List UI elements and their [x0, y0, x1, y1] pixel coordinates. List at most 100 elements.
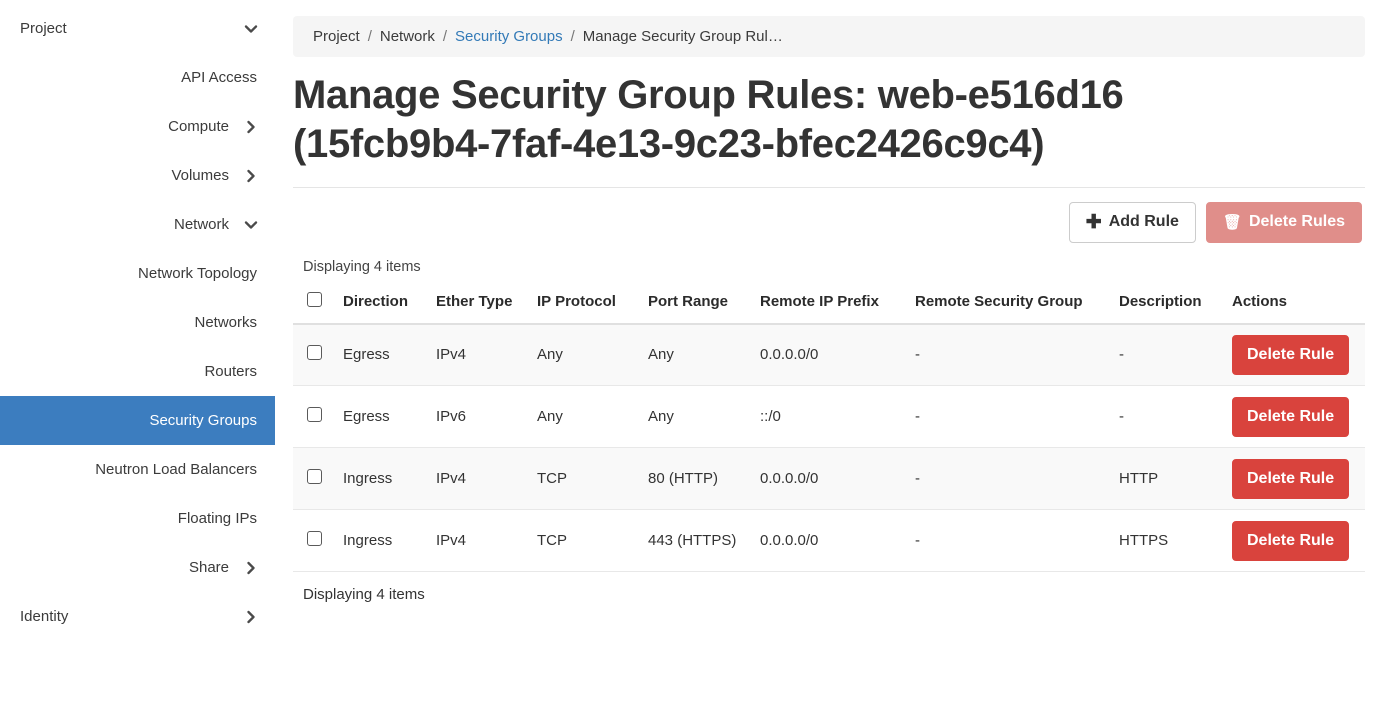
cell-remote-ip-prefix: 0.0.0.0/0: [752, 509, 907, 573]
row-select-cell: [293, 509, 335, 573]
table-header-row: Direction Ether Type IP Protocol Port Ra…: [293, 283, 1365, 325]
cell-direction: Ingress: [335, 509, 428, 573]
column-header-actions: Actions: [1224, 283, 1365, 325]
sidebar-item-network-topology[interactable]: Network Topology: [0, 249, 275, 298]
delete-rule-button[interactable]: Delete Rule: [1232, 396, 1350, 437]
chevron-right-icon: [243, 119, 259, 135]
table-toolbar: ✚ Add Rule 🗑 Delete Rules: [293, 201, 1365, 243]
sidebar-item-label: Neutron Load Balancers: [95, 461, 257, 478]
delete-rule-button[interactable]: Delete Rule: [1232, 520, 1350, 561]
sidebar-item-label: Network Topology: [138, 265, 257, 282]
cell-remote-ip-prefix: ::/0: [752, 385, 907, 449]
breadcrumb-separator: /: [442, 28, 448, 45]
cell-actions: Delete Rule: [1224, 509, 1365, 573]
cell-ip-protocol: TCP: [529, 447, 640, 511]
sidebar-item-routers[interactable]: Routers: [0, 347, 275, 396]
cell-actions: Delete Rule: [1224, 323, 1365, 387]
row-select-checkbox[interactable]: [307, 407, 322, 423]
sidebar-item-neutron-load-balancers[interactable]: Neutron Load Balancers: [0, 445, 275, 494]
main-content: Project / Network / Security Groups / Manage S…: [275, 0, 1381, 711]
chevron-right-icon: [243, 168, 259, 184]
cell-actions: Delete Rule: [1224, 447, 1365, 511]
sidebar-item-security-groups[interactable]: Security Groups: [0, 396, 275, 445]
cell-port-range: 443 (HTTPS): [640, 509, 752, 573]
add-rule-label: Add Rule: [1108, 213, 1179, 231]
breadcrumb-item-security-groups[interactable]: Security Groups: [455, 28, 563, 45]
add-rule-button[interactable]: ✚ Add Rule: [1068, 201, 1196, 243]
sidebar-item-label: Share: [188, 559, 229, 576]
column-header-port-range[interactable]: Port Range: [640, 283, 752, 325]
row-select-checkbox[interactable]: [307, 345, 322, 361]
cell-port-range: 80 (HTTP): [640, 447, 752, 511]
plus-icon: ✚: [1085, 211, 1102, 233]
sidebar-item-label: Project: [20, 20, 67, 37]
column-header-ether-type[interactable]: Ether Type: [428, 283, 529, 325]
cell-direction: Egress: [335, 323, 428, 387]
column-header-description[interactable]: Description: [1111, 283, 1224, 325]
trash-icon: 🗑: [1222, 213, 1242, 231]
row-select-cell: [293, 385, 335, 449]
row-select-checkbox[interactable]: [307, 531, 322, 547]
table-row[interactable]: Egress IPv4 Any Any 0.0.0.0/0- - Delete Rule: [293, 323, 1365, 387]
cell-ip-protocol: Any: [529, 323, 640, 387]
cell-description: -: [1111, 323, 1224, 387]
breadcrumb-separator: /: [367, 28, 372, 45]
sidebar-item-label: Routers: [204, 363, 257, 380]
cell-remote-security-group: -: [907, 323, 1111, 387]
sidebar-item-compute[interactable]: Compute: [0, 102, 275, 151]
rules-table-wrapper: Direction Ether Type IP Protocol Port Ra…: [293, 283, 1365, 573]
breadcrumb-item-project: Project: [313, 28, 360, 45]
cell-direction: Egress: [335, 385, 428, 449]
chevron-right-icon: [243, 609, 259, 625]
sidebar-item-identity[interactable]: Identity: [0, 592, 275, 641]
security-group-rules-table: Direction Ether Type IP Protocol Port Ra…: [293, 283, 1365, 573]
column-header-ip-protocol[interactable]: IP Protocol: [529, 283, 640, 325]
sidebar-item-share[interactable]: Share: [0, 543, 275, 592]
sidebar-item-networks[interactable]: Networks: [0, 298, 275, 347]
cell-remote-security-group: -: [907, 385, 1111, 449]
sidebar-item-project[interactable]: Project: [0, 4, 275, 53]
cell-ip-protocol: TCP: [529, 509, 640, 573]
column-header-remote-security-group[interactable]: Remote Security Group: [907, 283, 1111, 325]
cell-ip-protocol: Any: [529, 385, 640, 449]
sidebar-navigation: Project API Access Compute Volumes Network Ne…: [0, 0, 275, 711]
displaying-count-top: Displaying 4 items: [303, 258, 421, 275]
sidebar-item-label: Identity: [20, 608, 69, 625]
delete-rule-button[interactable]: Delete Rule: [1232, 334, 1350, 375]
table-row[interactable]: Ingress IPv4 TCP 443 (HTTPS) 0.0.0.0/0- HTTPS…: [293, 509, 1365, 573]
delete-rules-label: Delete Rules: [1248, 213, 1345, 231]
breadcrumb-separator: /: [570, 28, 575, 45]
cell-remote-ip-prefix: 0.0.0.0/0: [752, 323, 907, 387]
cell-description: HTTP: [1111, 447, 1224, 511]
delete-rule-button[interactable]: Delete Rule: [1232, 458, 1350, 499]
page-title: Manage Security Group Rules: web-e516d16…: [293, 73, 1124, 166]
row-select-checkbox[interactable]: [307, 469, 322, 485]
table-header: Direction Ether Type IP Protocol Port Ra…: [293, 283, 1365, 325]
sidebar-item-label: Floating IPs: [177, 510, 257, 527]
title-divider: [293, 186, 1365, 188]
row-select-cell: [293, 323, 335, 387]
breadcrumb-item-manage-security-group-rul: Manage Security Group Rul…: [582, 28, 783, 45]
sidebar-item-label: Compute: [168, 118, 229, 135]
select-all-checkbox[interactable]: [307, 291, 322, 307]
cell-ether-type: IPv4: [428, 323, 529, 387]
sidebar-item-volumes[interactable]: Volumes: [0, 151, 275, 200]
cell-ether-type: IPv6: [428, 385, 529, 449]
cell-actions: Delete Rule: [1224, 385, 1365, 449]
table-row[interactable]: Ingress IPv4 TCP 80 (HTTP) 0.0.0.0/0- HTTP Del…: [293, 447, 1365, 511]
cell-port-range: Any: [640, 385, 752, 449]
breadcrumb: Project / Network / Security Groups / Manage S…: [293, 16, 1365, 57]
sidebar-item-network[interactable]: Network: [0, 200, 275, 249]
sidebar-item-label: Volumes: [171, 167, 229, 184]
chevron-down-icon: [243, 217, 259, 233]
table-row[interactable]: Egress IPv6 Any Any::/0- - Delete Rule: [293, 385, 1365, 449]
select-all-header: [293, 283, 335, 325]
column-header-direction[interactable]: Direction: [335, 283, 428, 325]
cell-remote-security-group: -: [907, 447, 1111, 511]
column-header-remote-ip-prefix[interactable]: Remote IP Prefix: [752, 283, 907, 325]
horizon-dashboard: Project API Access Compute Volumes Network Ne…: [0, 0, 1381, 711]
cell-description: HTTPS: [1111, 509, 1224, 573]
delete-rules-button[interactable]: 🗑 Delete Rules: [1205, 201, 1362, 243]
sidebar-item-floating-ips[interactable]: Floating IPs: [0, 494, 275, 543]
sidebar-item-api-access[interactable]: API Access: [0, 53, 275, 102]
